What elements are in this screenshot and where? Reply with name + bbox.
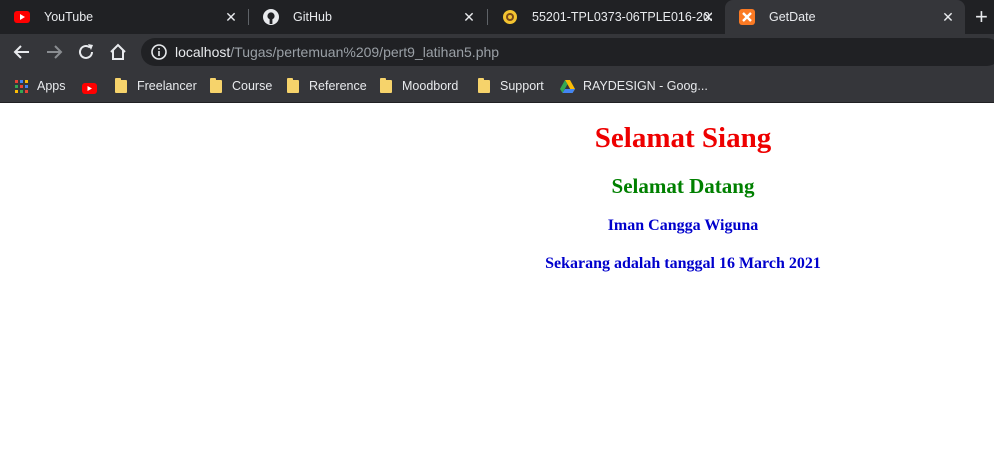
folder-icon <box>115 77 127 93</box>
xampp-icon <box>739 9 755 25</box>
bookmark-label: Moodbord <box>402 79 459 93</box>
tab-youtube[interactable]: YouTube ✕ <box>0 0 248 34</box>
url-host: localhost <box>175 44 231 60</box>
folder-icon <box>478 77 490 93</box>
bookmark-label: Support <box>500 79 544 93</box>
new-tab-icon[interactable]: + <box>975 6 988 28</box>
bookmark-label: Apps <box>37 79 66 93</box>
date-text: Sekarang adalah tanggal 16 March 2021 <box>545 255 821 272</box>
tab-title: YouTube <box>44 10 94 24</box>
bookmark-apps[interactable]: Apps <box>15 77 66 95</box>
close-tab-icon[interactable]: ✕ <box>222 8 240 26</box>
reload-icon[interactable] <box>74 40 98 64</box>
github-icon <box>263 9 279 25</box>
close-tab-icon[interactable]: ✕ <box>699 8 717 26</box>
toolbar: localhost/Tugas/pertemuan%209/pert9_lati… <box>0 34 994 70</box>
bookmark-raydesign[interactable]: RAYDESIGN - Goog... <box>560 77 708 95</box>
tab-title: GetDate <box>769 10 816 24</box>
close-tab-icon[interactable]: ✕ <box>460 8 478 26</box>
folder-icon <box>210 77 222 93</box>
url-text: localhost/Tugas/pertemuan%209/pert9_lati… <box>175 44 499 60</box>
bookmark-youtube[interactable] <box>82 77 97 95</box>
bookmark-course[interactable]: Course <box>210 77 272 95</box>
home-icon[interactable] <box>106 40 130 64</box>
close-tab-icon[interactable]: ✕ <box>939 8 957 26</box>
bookmark-reference[interactable]: Reference <box>287 77 367 95</box>
info-icon[interactable] <box>151 44 167 60</box>
tab-moodle[interactable]: 55201-TPL0373-06TPLE016-2020 ✕ <box>488 0 725 34</box>
bookmark-freelancer[interactable]: Freelancer <box>115 77 197 95</box>
tab-strip: YouTube ✕ GitHub ✕ 55201-TPL0373-06TPLE0… <box>0 0 994 34</box>
bookmark-label: Reference <box>309 79 367 93</box>
bookmark-support[interactable]: Support <box>478 77 544 95</box>
bookmark-label: RAYDESIGN - Goog... <box>583 79 708 93</box>
folder-icon <box>380 77 392 93</box>
moodle-icon <box>502 9 518 25</box>
bookmark-moodbord[interactable]: Moodbord <box>380 77 458 95</box>
forward-icon[interactable] <box>42 40 66 64</box>
youtube-icon <box>14 9 30 25</box>
tab-title: GitHub <box>293 10 332 24</box>
back-icon[interactable] <box>10 40 34 64</box>
url-path: /Tugas/pertemuan%209/pert9_latihan5.php <box>230 44 500 60</box>
folder-icon <box>287 77 299 93</box>
tab-github[interactable]: GitHub ✕ <box>249 0 486 34</box>
welcome-heading: Selamat Datang <box>611 174 755 198</box>
google-drive-icon <box>560 79 575 93</box>
tab-title: 55201-TPL0373-06TPLE016-2020 <box>532 10 712 24</box>
bookmarks-bar: Apps Freelancer Course Reference Moodbor… <box>0 70 994 103</box>
bookmark-label: Course <box>232 79 273 93</box>
address-bar[interactable]: localhost/Tugas/pertemuan%209/pert9_lati… <box>141 38 994 66</box>
page-content: Selamat Siang Selamat Datang Iman Cangga… <box>0 103 994 457</box>
greeting-heading: Selamat Siang <box>594 122 772 154</box>
bookmark-label: Freelancer <box>137 79 197 93</box>
apps-grid-icon <box>15 79 28 93</box>
tab-getdate[interactable]: GetDate ✕ <box>725 0 965 34</box>
name-text: Iman Cangga Wiguna <box>607 217 759 234</box>
youtube-icon <box>82 81 97 94</box>
